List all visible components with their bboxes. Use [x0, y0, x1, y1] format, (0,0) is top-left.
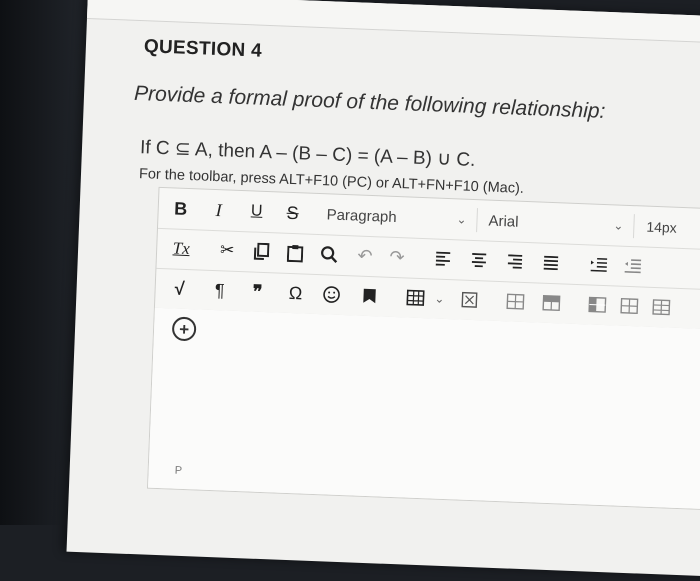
indent-icon[interactable] [588, 252, 609, 277]
table-row-insert-icon[interactable] [505, 289, 526, 314]
editor-status-path: P [174, 464, 183, 477]
clear-formatting-button[interactable]: Tx [171, 236, 192, 261]
font-size-value: 14px [646, 218, 678, 236]
table-icon[interactable] [405, 285, 426, 310]
find-icon[interactable] [319, 242, 340, 267]
outdent-icon[interactable] [622, 254, 643, 279]
question-title: QUESTION 4 [143, 36, 263, 62]
align-right-icon[interactable] [505, 249, 526, 274]
font-size-select[interactable]: 14px [646, 215, 700, 242]
browser-screen: QUESTION 4 Provide a formal proof of the… [66, 0, 700, 581]
question-statement: If C ⊆ A, then A – (B – C) = (A – B) ∪ C… [139, 137, 476, 171]
underline-button[interactable]: U [246, 199, 267, 224]
align-center-icon[interactable] [469, 248, 490, 273]
block-format-select[interactable]: Paragraph ⌄ [326, 202, 478, 233]
copy-icon[interactable] [251, 239, 272, 264]
font-family-select[interactable]: Arial ⌄ [488, 208, 635, 239]
chevron-down-icon[interactable]: ⌄ [429, 286, 450, 311]
block-format-value: Paragraph [326, 205, 397, 226]
table-merge-icon[interactable] [619, 294, 640, 319]
special-character-button[interactable]: Ω [285, 281, 306, 306]
undo-icon[interactable]: ↶ [355, 243, 376, 268]
table-cell-icon[interactable] [459, 287, 480, 312]
align-justify-icon[interactable] [540, 251, 561, 276]
strikethrough-button[interactable]: S [282, 201, 303, 226]
pilcrow-button[interactable]: ¶ [209, 278, 230, 303]
table-split-icon[interactable] [651, 295, 672, 320]
editor-content-area[interactable] [148, 307, 700, 512]
font-family-value: Arial [488, 212, 519, 231]
formula-icon[interactable]: √ [169, 276, 190, 301]
align-left-icon[interactable] [433, 246, 454, 271]
table-col-insert-icon[interactable] [587, 292, 608, 317]
rich-text-editor[interactable]: B I U S Paragraph ⌄ Arial ⌄ 14px Tx ✂ ↶ … [146, 186, 700, 513]
table-row-delete-icon[interactable] [541, 291, 562, 316]
question-prompt: Provide a formal proof of the following … [133, 81, 606, 123]
emoji-icon[interactable] [321, 282, 342, 307]
chevron-down-icon: ⌄ [456, 212, 467, 227]
chevron-down-icon: ⌄ [613, 218, 624, 233]
bold-button[interactable]: B [170, 196, 191, 221]
bookmark-icon[interactable] [359, 284, 380, 309]
cut-icon[interactable]: ✂ [217, 238, 238, 263]
italic-button[interactable]: I [208, 198, 229, 223]
paste-icon[interactable] [285, 241, 306, 266]
redo-icon[interactable]: ↷ [387, 245, 408, 270]
blockquote-button[interactable]: ❞ [247, 279, 268, 304]
